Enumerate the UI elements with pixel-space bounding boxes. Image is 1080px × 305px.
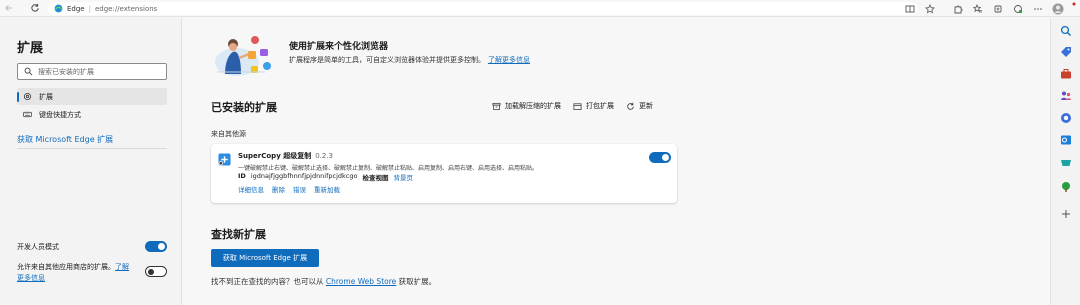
pack-extension-button[interactable]: 打包扩展: [573, 101, 614, 111]
search-icon[interactable]: [1060, 25, 1072, 37]
more-menu-icon[interactable]: [1028, 0, 1048, 17]
pack-extension-label: 打包扩展: [586, 102, 614, 110]
details-link[interactable]: 详细信息: [238, 184, 264, 194]
keyboard-icon: [23, 111, 32, 118]
refresh-icon[interactable]: [28, 1, 42, 15]
extension-card: SuperCopy 超级复制 0.2.3 一键破解禁止右键、破解禁止选择、破解禁…: [211, 144, 677, 203]
extensions-puzzle-icon[interactable]: [948, 0, 968, 17]
hero-description-text: 扩展程序是简单的工具，可自定义浏览器体验并提供更多控制。: [289, 56, 485, 64]
reload-link[interactable]: 重新加载: [314, 184, 340, 194]
gear-icon: [23, 92, 32, 101]
allow-other-stores-toggle[interactable]: [145, 266, 167, 277]
group-label: 来自其他源: [211, 130, 246, 138]
find-text-after: 获取扩展。: [398, 277, 437, 286]
allow-other-stores-row: 允许来自其他应用商店的扩展。了解更多信息: [17, 262, 167, 284]
find-extensions-title: 查找新扩展: [211, 228, 266, 241]
pack-icon: [573, 102, 582, 110]
collections-icon[interactable]: [988, 0, 1008, 17]
get-extensions-link[interactable]: 获取 Microsoft Edge 扩展: [17, 134, 113, 145]
people-icon[interactable]: [1060, 90, 1072, 102]
avatar[interactable]: [1048, 0, 1068, 17]
address-bar[interactable]: Edge | edge://extensions: [48, 2, 918, 15]
sidebar-item-label: 键盘快捷方式: [39, 110, 81, 119]
extension-description: 一键破解禁止右键、破解禁止选择、破解禁止复制、破解禁止粘贴、启用复制、启用右键、…: [238, 165, 539, 172]
extension-id-value: igdnajfjggbfhnnfjpjdnnifpcjdkcgo: [250, 172, 358, 180]
search-box[interactable]: [17, 63, 167, 80]
browser-toolbar: Edge | edge://extensions: [0, 0, 1080, 17]
find-extensions-text: 找不到正在查找的内容？也可以从 Chrome Web Store 获取扩展。: [211, 276, 436, 287]
page-title: 扩展: [17, 41, 44, 56]
errors-link[interactable]: 错误: [293, 184, 306, 194]
extension-name-row: SuperCopy 超级复制 0.2.3: [238, 151, 333, 161]
load-unpacked-icon: [492, 102, 501, 110]
installed-actions: 加载解压缩的扩展 打包扩展 更新: [492, 101, 653, 111]
url-text: edge://extensions: [94, 4, 158, 13]
tree-icon[interactable]: [1060, 181, 1072, 193]
hero-description: 扩展程序是简单的工具，可自定义浏览器体验并提供更多控制。 了解更多信息: [289, 55, 530, 65]
allow-other-stores-label: 允许来自其他应用商店的扩展。: [17, 263, 115, 271]
update-label: 更新: [639, 102, 653, 110]
favorite-star-icon[interactable]: [920, 0, 940, 17]
extension-links: 详细信息 删除 错误 重新加载: [238, 184, 340, 194]
inspect-views-label: 检查视图: [362, 174, 389, 182]
address-separator: |: [88, 4, 91, 13]
search-icon: [24, 67, 33, 76]
chrome-web-store-link[interactable]: Chrome Web Store: [326, 277, 396, 286]
copilot-icon[interactable]: [1060, 112, 1072, 124]
developer-mode-label: 开发人员模式: [17, 242, 59, 251]
tag-icon[interactable]: [1060, 46, 1072, 58]
remove-link[interactable]: 删除: [272, 184, 285, 194]
installed-extensions-title: 已安装的扩展: [211, 101, 277, 114]
extension-name: SuperCopy 超级复制: [238, 152, 312, 160]
sidebar-item-keyboard-shortcuts[interactable]: 键盘快捷方式: [17, 106, 167, 123]
load-unpacked-label: 加载解压缩的扩展: [505, 102, 561, 110]
left-panel: 扩展 扩展 键盘快捷方式 获取 Microsoft Edge 扩展 开发人员模式…: [0, 18, 182, 305]
extension-id-label: ID: [238, 172, 246, 180]
shopping-icon[interactable]: [1060, 157, 1072, 169]
personalize-illustration-icon: [215, 36, 271, 76]
toolbar-right: [900, 0, 1080, 17]
sidebar-item-label: 扩展: [39, 92, 53, 101]
extension-version: 0.2.3: [315, 152, 334, 160]
refresh-icon: [627, 102, 634, 110]
search-input[interactable]: [38, 67, 158, 76]
get-extensions-button[interactable]: 获取 Microsoft Edge 扩展: [211, 249, 319, 267]
main-content: 使用扩展来个性化浏览器 扩展程序是简单的工具，可自定义浏览器体验并提供更多控制。…: [183, 18, 1050, 305]
hero-title: 使用扩展来个性化浏览器: [289, 42, 389, 52]
find-text-before: 找不到正在查找的内容？也可以从: [211, 277, 324, 286]
back-icon[interactable]: [2, 1, 16, 15]
developer-mode-toggle[interactable]: [145, 241, 167, 252]
reader-view-icon[interactable]: [900, 0, 920, 17]
edge-chip: Edge: [67, 4, 85, 13]
supercopy-extension-icon: [218, 153, 231, 166]
add-icon[interactable]: [1060, 208, 1072, 220]
background-page-link[interactable]: 背景页: [393, 172, 413, 182]
hero-learn-more-link[interactable]: 了解更多信息: [488, 56, 530, 64]
load-unpacked-button[interactable]: 加载解压缩的扩展: [492, 101, 561, 111]
edge-sidebar: [1050, 18, 1080, 305]
extension-id-row: ID igdnajfjggbfhnnfjpjdnnifpcjdkcgo 检查视图…: [238, 172, 413, 182]
briefcase-icon[interactable]: [1060, 68, 1072, 80]
favorites-icon[interactable]: [968, 0, 988, 17]
performance-icon[interactable]: [1008, 0, 1028, 17]
update-button[interactable]: 更新: [626, 101, 653, 111]
sidebar-item-extensions[interactable]: 扩展: [17, 88, 167, 105]
developer-mode-row: 开发人员模式: [17, 241, 167, 252]
outlook-icon[interactable]: [1060, 134, 1072, 146]
allow-other-stores-text: 允许来自其他应用商店的扩展。了解更多信息: [17, 262, 135, 284]
divider: [17, 148, 167, 149]
notification-dot-icon: [1068, 0, 1080, 17]
extension-enable-toggle[interactable]: [649, 152, 671, 163]
edge-logo-icon: [54, 4, 63, 13]
